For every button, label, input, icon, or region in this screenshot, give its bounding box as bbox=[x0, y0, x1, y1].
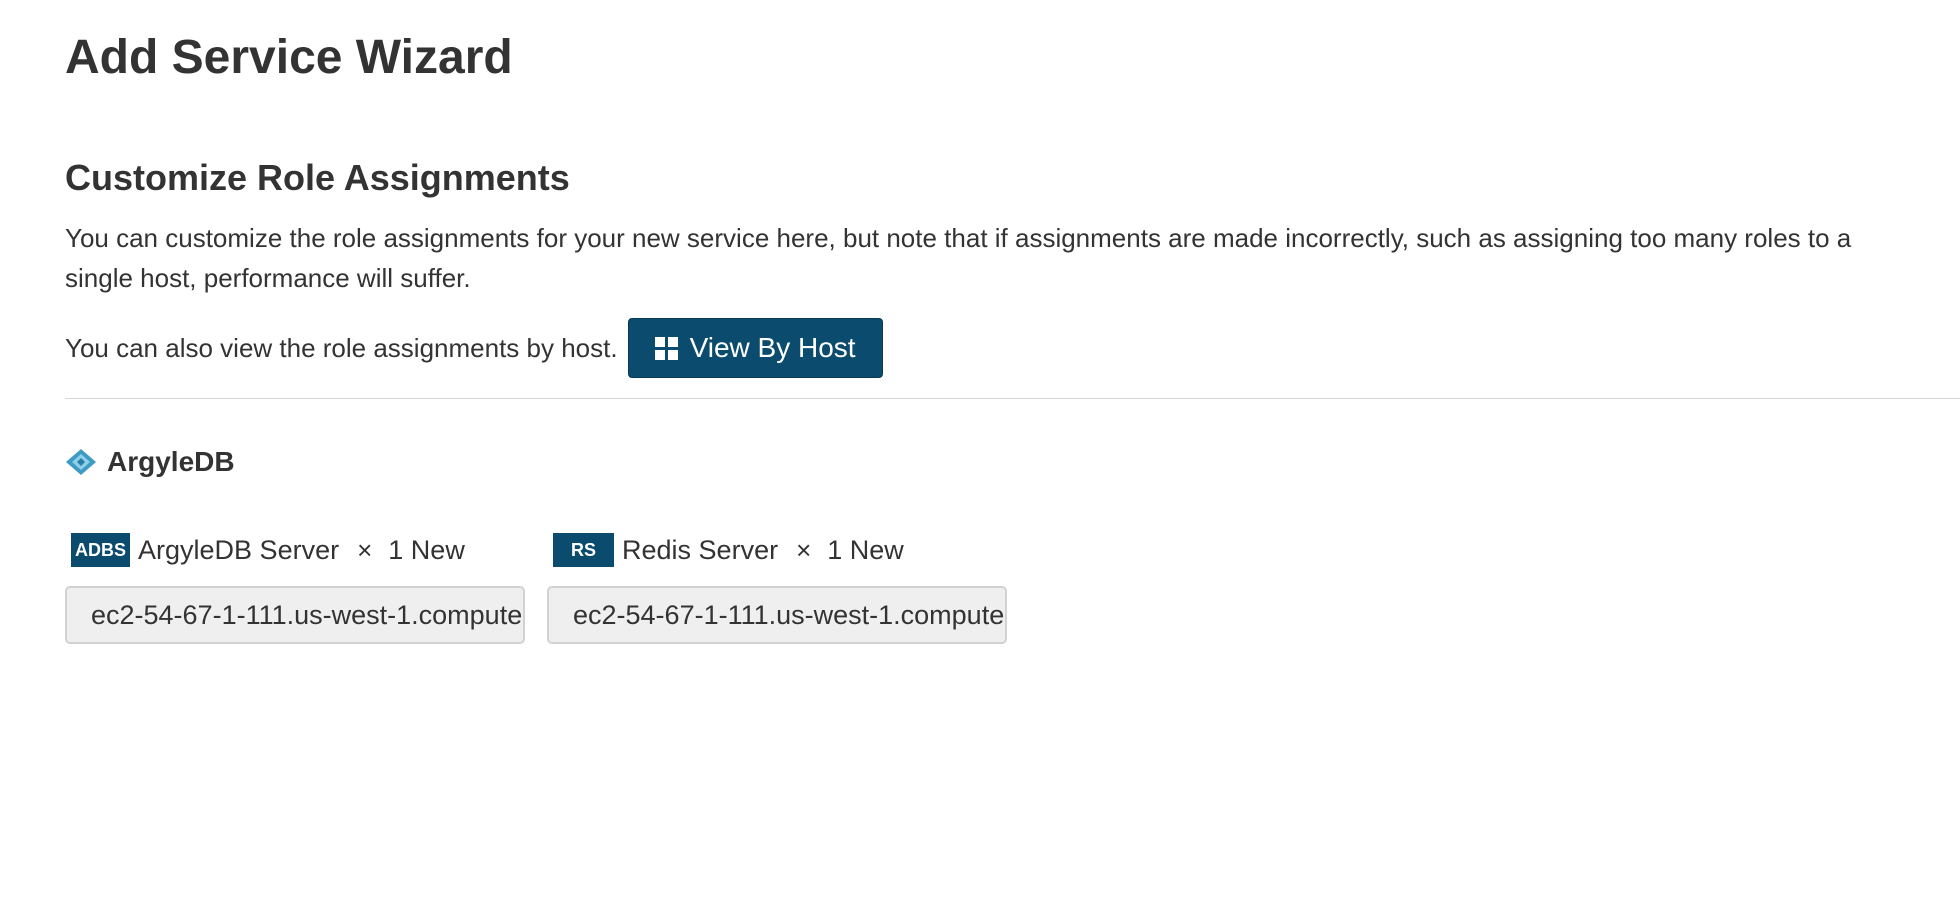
wizard-title: Add Service Wizard bbox=[65, 31, 513, 84]
role-badge: ADBS bbox=[71, 533, 131, 567]
role-name: ArgyleDB Server bbox=[138, 534, 340, 565]
role-count: 1 New bbox=[827, 534, 904, 565]
view-by-host-row: You can also view the role assignments b… bbox=[65, 318, 883, 378]
role-badge: RS bbox=[553, 533, 615, 567]
view-by-host-label: View By Host bbox=[689, 332, 856, 363]
times-icon: × bbox=[357, 534, 373, 565]
role-header: ADBS ArgyleDB Server × 1 New bbox=[65, 530, 527, 570]
host-selector[interactable]: ec2-54-67-1-111.us-west-1.compute.amazon… bbox=[547, 586, 1007, 644]
times-icon: × bbox=[796, 534, 812, 565]
host-selector[interactable]: ec2-54-67-1-111.us-west-1.compute.amazon… bbox=[65, 586, 525, 644]
role-assignment-argyledb-server: ADBS ArgyleDB Server × 1 New ec2-54-67-1… bbox=[65, 530, 527, 644]
intro-text: You can customize the role assignments f… bbox=[65, 223, 1852, 293]
role-name: Redis Server bbox=[622, 534, 779, 565]
grid-icon bbox=[654, 336, 678, 360]
section-divider bbox=[65, 398, 1960, 399]
role-count: 1 New bbox=[388, 534, 465, 565]
service-header: ArgyleDB bbox=[65, 446, 235, 478]
role-header: RS Redis Server × 1 New bbox=[547, 530, 1009, 570]
argyledb-service-icon bbox=[66, 449, 96, 475]
role-assignment-redis-server: RS Redis Server × 1 New ec2-54-67-1-111.… bbox=[547, 530, 1009, 644]
view-by-host-button[interactable]: View By Host bbox=[627, 318, 883, 378]
view-by-host-text: You can also view the role assignments b… bbox=[65, 332, 618, 363]
service-name: ArgyleDB bbox=[107, 446, 235, 477]
section-heading: Customize Role Assignments bbox=[65, 157, 570, 198]
